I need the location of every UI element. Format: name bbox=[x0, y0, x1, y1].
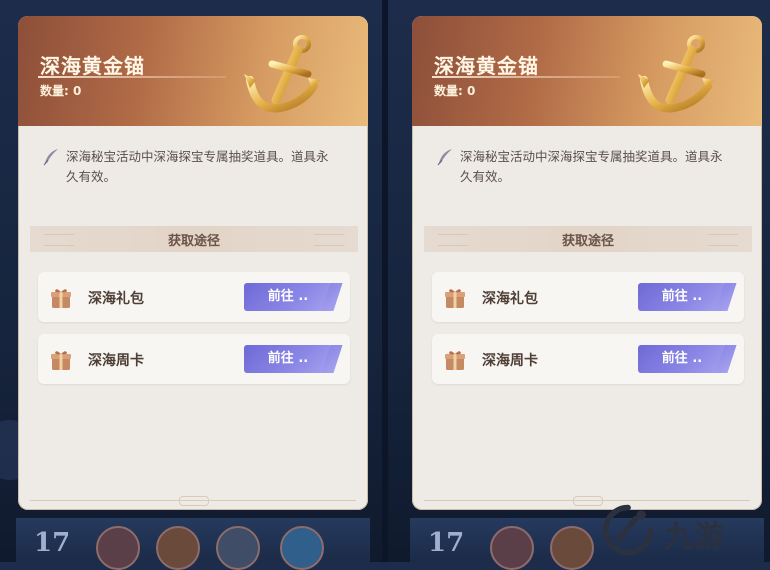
card-footer-ornament bbox=[179, 496, 209, 506]
item-banner: 深海黄金锚 数量: 0 bbox=[412, 16, 762, 126]
watermark-text: 九游 bbox=[664, 520, 724, 555]
quill-icon bbox=[43, 149, 58, 166]
source-label: 深海礼包 bbox=[88, 291, 144, 307]
watermark-logo: 九游 bbox=[592, 500, 768, 562]
item-description: 深海秘宝活动中深海探宝专属抽奖道具。道具永久有效。 bbox=[460, 149, 723, 184]
item-detail-card-right: 深海黄金锚 数量: 0 深海秘宝活动中深海探宝专属抽奖道具。道具永久有效。 获取… bbox=[412, 16, 762, 510]
item-count: 数量: 0 bbox=[40, 84, 82, 98]
source-item-weekly-card: 深海周卡 前往 .. bbox=[38, 334, 350, 384]
avatar[interactable] bbox=[490, 526, 534, 570]
go-button[interactable]: 前往 .. bbox=[244, 283, 332, 311]
section-title: 获取途径 bbox=[167, 234, 220, 249]
acquire-section-header: 获取途径 bbox=[30, 226, 358, 252]
title-underline bbox=[38, 76, 226, 78]
avatar[interactable] bbox=[216, 526, 260, 570]
panel-divider bbox=[382, 0, 388, 562]
section-title: 获取途径 bbox=[561, 234, 614, 249]
source-label: 深海礼包 bbox=[482, 291, 538, 307]
avatar[interactable] bbox=[550, 526, 594, 570]
source-label: 深海周卡 bbox=[88, 353, 144, 369]
gift-box-icon bbox=[51, 351, 71, 370]
source-item-weekly-card: 深海周卡 前往 .. bbox=[432, 334, 744, 384]
avatar[interactable] bbox=[96, 526, 140, 570]
gift-box-icon bbox=[445, 289, 465, 308]
source-item-gift-pack: 深海礼包 前往 .. bbox=[432, 272, 744, 322]
go-button[interactable]: 前往 .. bbox=[638, 345, 726, 373]
item-banner: 深海黄金锚 数量: 0 bbox=[18, 16, 368, 126]
gift-box-icon bbox=[445, 351, 465, 370]
gift-box-icon bbox=[51, 289, 71, 308]
item-count: 数量: 0 bbox=[434, 84, 476, 98]
avatar[interactable] bbox=[156, 526, 200, 570]
bottom-number: 17 bbox=[34, 528, 71, 558]
bottom-strip-left: 17 bbox=[16, 518, 370, 570]
acquire-section-header: 获取途径 bbox=[424, 226, 752, 252]
section-decoration bbox=[708, 234, 738, 246]
go-button[interactable]: 前往 .. bbox=[638, 283, 726, 311]
go-button[interactable]: 前往 .. bbox=[244, 345, 332, 373]
golden-anchor-icon bbox=[638, 35, 714, 113]
jiuyou-logo-icon bbox=[602, 504, 654, 556]
item-detail-card-left: 深海黄金锚 数量: 0 深海秘宝活动中深海探宝专属抽奖道具。道具永久有效。 获取… bbox=[18, 16, 368, 510]
source-label: 深海周卡 bbox=[482, 353, 538, 369]
golden-anchor-icon bbox=[244, 35, 320, 113]
section-decoration bbox=[314, 234, 344, 246]
title-underline bbox=[432, 76, 620, 78]
avatar[interactable] bbox=[280, 526, 324, 570]
item-title: 深海黄金锚 bbox=[40, 54, 145, 78]
item-description: 深海秘宝活动中深海探宝专属抽奖道具。道具永久有效。 bbox=[66, 149, 329, 184]
quill-icon bbox=[437, 149, 452, 166]
item-title: 深海黄金锚 bbox=[434, 54, 539, 78]
bottom-number: 17 bbox=[428, 528, 465, 558]
source-item-gift-pack: 深海礼包 前往 .. bbox=[38, 272, 350, 322]
